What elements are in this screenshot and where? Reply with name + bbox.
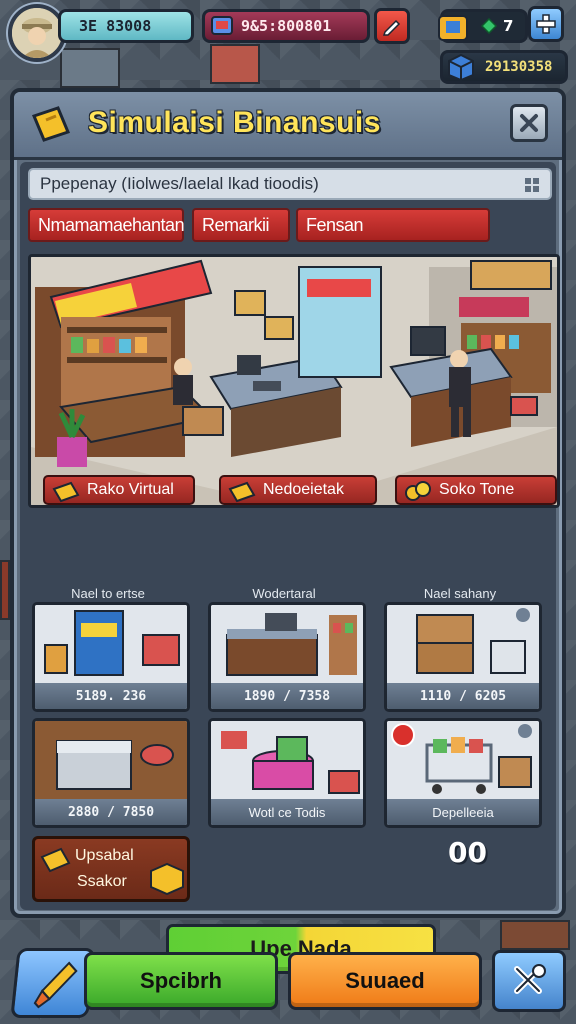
card-label: 1110 / 6205 <box>387 683 539 709</box>
close-icon <box>520 114 538 132</box>
crates-value: 29130358 <box>485 59 553 75</box>
shop-tab-label: Soko Tone <box>439 481 515 498</box>
top-hud: 3E 83008 9&5:800801 7 29130358 <box>0 0 576 86</box>
shop-tab-office[interactable]: Nedoeietak <box>219 475 377 505</box>
gems-count: 7 <box>503 17 514 35</box>
filter-chip[interactable]: Remarkii <box>192 208 290 242</box>
column-header: Nael sahany <box>423 586 497 601</box>
tub-illustration <box>211 721 363 801</box>
background-building <box>0 560 10 620</box>
search-text: Ppepenay (Iiolwes/laelal lkad tioodis) <box>40 174 319 193</box>
filter-chip[interactable]: Nmamamaehantan <box>28 208 185 242</box>
card-label: 1890 / 7358 <box>211 683 363 709</box>
business-sim-panel: Simulaisi Binansuis Ppepenay (Iiolwes/la… <box>10 88 566 974</box>
cash-register-illustration <box>211 605 363 685</box>
gems-counter: 7 <box>438 9 528 43</box>
close-button[interactable] <box>510 104 548 142</box>
xp-value: 3E 83008 <box>79 17 152 35</box>
pencil-icon <box>382 19 401 36</box>
shop-tab-virtual-store[interactable]: Rako Virtual <box>43 475 195 505</box>
shop-tab-store[interactable]: Soko Tone <box>395 475 557 505</box>
panel-header: Simulaisi Binansuis <box>14 92 562 160</box>
column-header: Wodertaral <box>252 586 316 601</box>
bottom-action-bar: Spcibrh Suuaed <box>0 936 576 1024</box>
wrench-icon <box>514 964 546 994</box>
orange-action-button[interactable]: Suuaed <box>288 952 482 1010</box>
phone-money-icon <box>211 16 233 35</box>
column-header: Nael to ertse <box>71 586 145 601</box>
upgrade-line1: Upsabal <box>75 847 134 864</box>
search-field[interactable]: Ppepenay (Iiolwes/laelal lkad tioodis) <box>28 168 552 200</box>
shop-tab-label: Nedoeietak <box>263 481 344 498</box>
item-counter: 00 <box>448 836 487 869</box>
xp-bar: 3E 83008 <box>58 9 194 43</box>
item-card[interactable]: Depelleeia <box>384 718 542 828</box>
coins-icon <box>405 481 431 501</box>
filter-chip-label: Nmamamaehantan <box>38 214 185 235</box>
tools-button[interactable] <box>492 950 566 1012</box>
shop-tab-label: Rako Virtual <box>87 481 174 498</box>
shop-scene[interactable]: Rako Virtual Nedoeietak Soko Tone <box>28 254 560 508</box>
filter-chip-label: Remarkii <box>202 214 270 235</box>
plus-icon <box>536 14 556 34</box>
treasure-icon <box>438 15 468 41</box>
card-label: 2880 / 7850 <box>35 799 187 825</box>
edit-button[interactable] <box>374 8 410 44</box>
upgrade-card[interactable]: Upsabal Ssakor <box>32 836 190 902</box>
item-card[interactable]: 5189. 236 <box>32 602 190 712</box>
crates-counter: 29130358 <box>440 50 568 84</box>
ticket-icon <box>228 481 256 503</box>
item-card[interactable]: 2880 / 7850 <box>32 718 190 828</box>
shop-scene-illustration <box>31 257 557 505</box>
money-value: 9&5:800801 <box>241 17 332 35</box>
paintbrush-icon <box>33 961 78 1009</box>
gem-icon <box>481 18 497 34</box>
boxes-illustration <box>387 605 539 685</box>
freezer-illustration <box>35 721 187 801</box>
item-card[interactable]: Wotl ce Todis <box>208 718 366 828</box>
item-card[interactable]: 1110 / 6205 <box>384 602 542 712</box>
card-label: 5189. 236 <box>35 683 187 709</box>
green-action-button[interactable]: Spcibrh <box>84 952 278 1010</box>
ticket-icon <box>31 106 71 142</box>
filter-chip-label: Fensan <box>306 214 364 235</box>
card-label: Wotl ce Todis <box>211 799 363 825</box>
add-gems-button[interactable] <box>528 6 564 42</box>
gold-box-icon <box>150 862 184 896</box>
item-card[interactable]: 1890 / 7358 <box>208 602 366 712</box>
avatar-portrait-icon <box>12 8 62 58</box>
ticket-icon <box>40 847 71 873</box>
brush-tool-button[interactable] <box>10 948 96 1018</box>
crate-icon <box>448 53 474 81</box>
panel-title: Simulaisi Binansuis <box>88 106 381 139</box>
ticket-icon <box>52 481 80 503</box>
panel-body: Ppepenay (Iiolwes/laelal lkad tioodis) N… <box>20 162 560 974</box>
filter-chip[interactable]: Fensan <box>296 208 490 242</box>
cereal-box-illustration <box>35 605 187 685</box>
shopping-cart-illustration <box>387 721 539 801</box>
money-counter: 9&5:800801 <box>202 9 370 43</box>
upgrade-line2: Ssakor <box>77 873 127 890</box>
card-label: Depelleeia <box>387 799 539 825</box>
grid-icon[interactable] <box>524 177 540 193</box>
